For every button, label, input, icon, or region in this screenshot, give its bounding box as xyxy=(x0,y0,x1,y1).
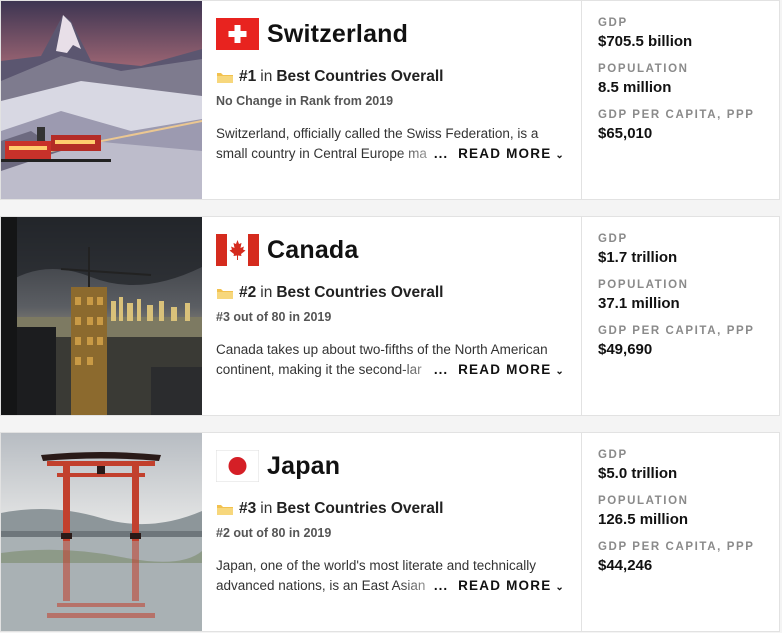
stat-population: POPULATION 126.5 million xyxy=(598,495,779,528)
rank-category-link[interactable]: Best Countries Overall xyxy=(276,500,443,518)
stat-label: GDP xyxy=(598,449,628,461)
switzerland-flag-icon xyxy=(216,18,259,50)
country-photo-canada[interactable] xyxy=(1,217,202,415)
stat-label: GDP PER CAPITA, PPP xyxy=(598,325,755,337)
rank-number: #3 xyxy=(239,500,257,517)
chevron-down-icon: ⌄ xyxy=(555,366,565,377)
switzerland-landscape-image xyxy=(1,1,202,199)
stat-value: $65,010 xyxy=(598,125,653,142)
country-name[interactable]: Switzerland xyxy=(267,20,408,49)
country-name[interactable]: Japan xyxy=(267,452,340,481)
stat-label: GDP xyxy=(598,233,628,245)
country-header: Japan xyxy=(216,434,567,498)
stat-label: POPULATION xyxy=(598,63,689,75)
stat-label: POPULATION xyxy=(598,495,689,507)
stat-value: $49,690 xyxy=(598,341,653,358)
read-more-button[interactable]: ... READ MORE ⌄ xyxy=(434,360,567,380)
read-more-button[interactable]: ... READ MORE ⌄ xyxy=(434,576,567,596)
rank-in-text: in xyxy=(260,284,273,301)
read-more-label: READ MORE xyxy=(458,362,552,377)
read-more-label: READ MORE xyxy=(458,578,552,593)
canada-flag-icon xyxy=(216,234,259,266)
rank-in-text: in xyxy=(260,500,273,517)
stat-value: 126.5 million xyxy=(598,511,689,528)
rank-line: #1 in Best Countries Overall xyxy=(216,68,567,86)
rank-badge-icon xyxy=(217,504,233,515)
stat-population: POPULATION 8.5 million xyxy=(598,63,779,96)
stat-value: $705.5 billion xyxy=(598,33,693,50)
chevron-down-icon: ⌄ xyxy=(555,150,565,161)
rank-line: #2 in Best Countries Overall xyxy=(216,284,567,302)
stat-population: POPULATION 37.1 million xyxy=(598,279,779,312)
rank-number: #1 xyxy=(239,68,257,85)
rank-category-link[interactable]: Best Countries Overall xyxy=(276,284,443,302)
stat-value: $5.0 trillion xyxy=(598,465,678,482)
rank-in-text: in xyxy=(260,68,273,85)
rank-change: No Change in Rank from 2019 xyxy=(216,94,394,108)
canada-cityscape-image xyxy=(1,217,202,415)
country-photo-japan[interactable] xyxy=(1,433,202,631)
country-description: Canada takes up about two-fifths of the … xyxy=(216,340,567,380)
stat-gdp-per-capita: GDP PER CAPITA, PPP $65,010 xyxy=(598,109,779,142)
read-more-label: READ MORE xyxy=(458,146,552,161)
country-card-switzerland[interactable]: Switzerland #1 in Best Countries Overall… xyxy=(0,0,780,200)
country-card-canada[interactable]: Canada #2 in Best Countries Overall #3 o… xyxy=(0,216,780,416)
stat-label: GDP PER CAPITA, PPP xyxy=(598,109,755,121)
rank-line: #3 in Best Countries Overall xyxy=(216,500,567,518)
ellipsis: ... xyxy=(433,362,449,377)
country-list: Switzerland #1 in Best Countries Overall… xyxy=(0,0,782,633)
stat-label: POPULATION xyxy=(598,279,689,291)
country-card-japan[interactable]: Japan #3 in Best Countries Overall #2 ou… xyxy=(0,432,780,632)
rank-category-link[interactable]: Best Countries Overall xyxy=(276,68,443,86)
country-name[interactable]: Canada xyxy=(267,236,359,265)
rank-change: #2 out of 80 in 2019 xyxy=(216,526,332,540)
stat-label: GDP PER CAPITA, PPP xyxy=(598,541,755,553)
rank-badge-icon xyxy=(217,72,233,83)
stat-gdp: GDP $1.7 trillion xyxy=(598,233,779,266)
stat-value: $44,246 xyxy=(598,557,653,574)
japan-torii-image xyxy=(1,433,202,631)
rank-badge-icon xyxy=(217,288,233,299)
country-stats: GDP $5.0 trillion POPULATION 126.5 milli… xyxy=(582,433,779,631)
ellipsis: ... xyxy=(433,578,449,593)
country-header: Canada xyxy=(216,218,567,282)
stat-gdp: GDP $705.5 billion xyxy=(598,17,779,50)
country-stats: GDP $705.5 billion POPULATION 8.5 millio… xyxy=(582,1,779,199)
country-description: Japan, one of the world's most literate … xyxy=(216,556,567,596)
stat-label: GDP xyxy=(598,17,628,29)
country-info-switzerland: Switzerland #1 in Best Countries Overall… xyxy=(202,1,582,199)
country-info-canada: Canada #2 in Best Countries Overall #3 o… xyxy=(202,217,582,415)
country-description: Switzerland, officially called the Swiss… xyxy=(216,124,567,164)
rank-number: #2 xyxy=(239,284,257,301)
country-stats: GDP $1.7 trillion POPULATION 37.1 millio… xyxy=(582,217,779,415)
stat-gdp: GDP $5.0 trillion xyxy=(598,449,779,482)
stat-value: 8.5 million xyxy=(598,79,672,96)
read-more-button[interactable]: ... READ MORE ⌄ xyxy=(434,144,567,164)
country-photo-switzerland[interactable] xyxy=(1,1,202,199)
stat-value: 37.1 million xyxy=(598,295,680,312)
stat-value: $1.7 trillion xyxy=(598,249,678,266)
ellipsis: ... xyxy=(433,146,449,161)
stat-gdp-per-capita: GDP PER CAPITA, PPP $49,690 xyxy=(598,325,779,358)
country-info-japan: Japan #3 in Best Countries Overall #2 ou… xyxy=(202,433,582,631)
chevron-down-icon: ⌄ xyxy=(555,582,565,593)
japan-flag-icon xyxy=(216,450,259,482)
stat-gdp-per-capita: GDP PER CAPITA, PPP $44,246 xyxy=(598,541,779,574)
rank-change: #3 out of 80 in 2019 xyxy=(216,310,332,324)
country-header: Switzerland xyxy=(216,2,567,66)
